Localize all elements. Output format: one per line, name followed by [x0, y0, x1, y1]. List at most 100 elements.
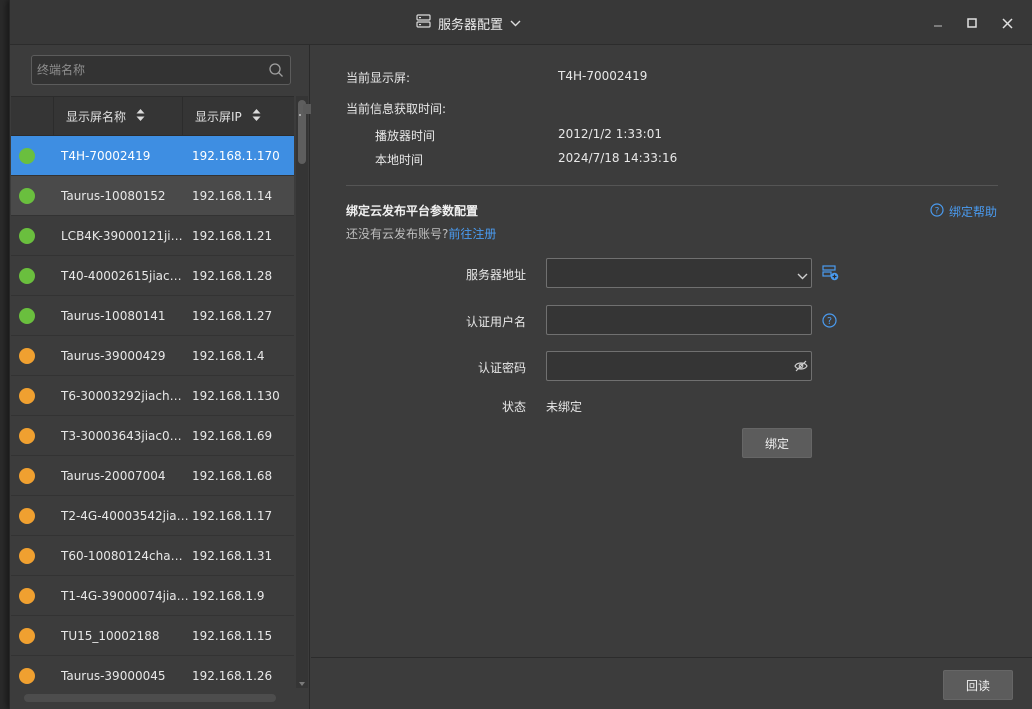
- search-icon[interactable]: [268, 62, 284, 81]
- status-dot-icon: [19, 308, 35, 324]
- screen-name-cell: T3-30003643jiac04test: [61, 429, 189, 443]
- help-circle-icon: ?: [930, 203, 944, 220]
- status-dot-icon: [19, 148, 35, 164]
- eye-off-icon[interactable]: [794, 360, 808, 375]
- add-server-icon[interactable]: [822, 265, 839, 284]
- screen-name-cell: T60-10080124changtest: [61, 549, 189, 563]
- status-dot-icon: [19, 428, 35, 444]
- screen-name-cell: TU15_10002188: [61, 629, 160, 643]
- username-label: 认证用户名: [465, 315, 526, 329]
- server-address-select[interactable]: [546, 258, 812, 288]
- server-address-label: 服务器地址: [465, 268, 526, 282]
- readback-button[interactable]: 回读: [943, 670, 1013, 700]
- table-row[interactable]: T3-30003643jiac04test 192.168.1.69: [11, 416, 294, 456]
- svg-text:?: ?: [827, 316, 832, 327]
- divider-dot: [299, 114, 301, 116]
- table-row[interactable]: T60-10080124changtest192.168.1.31: [11, 536, 294, 576]
- server-icon: [416, 14, 431, 32]
- status-dot-icon: [19, 388, 35, 404]
- screen-ip-cell: 192.168.1.14: [192, 189, 273, 203]
- table-row[interactable]: T1-4G-39000074jiachuang192.168.1.9: [11, 576, 294, 616]
- vertical-scrollbar[interactable]: [296, 96, 308, 688]
- table-row[interactable]: T4H-70002419 192.168.1.170: [11, 136, 294, 176]
- server-address-input[interactable]: [547, 259, 777, 287]
- sort-icon: [252, 108, 261, 125]
- username-input[interactable]: [547, 306, 777, 334]
- table-row[interactable]: Taurus-10080152 192.168.1.14: [11, 176, 294, 216]
- screen-name-cell: T1-4G-39000074jiachuang: [61, 589, 189, 603]
- screen-ip-cell: 192.168.1.27: [192, 309, 273, 323]
- screen-name-cell: T6-30003292jiachuangtest: [61, 389, 189, 403]
- server-config-window: 服务器配置 显示屏名称: [9, 0, 1032, 709]
- table-row[interactable]: Taurus-10080141 192.168.1.27: [11, 296, 294, 336]
- table-row[interactable]: TU15_10002188 192.168.1.15: [11, 616, 294, 656]
- password-label: 认证密码: [477, 361, 526, 375]
- svg-text:?: ?: [935, 207, 940, 217]
- column-header-label: 显示屏名称: [66, 109, 127, 124]
- table-row[interactable]: Taurus-39000045 192.168.1.26: [11, 656, 294, 687]
- config-panel: 当前显示屏: T4H-70002419 当前信息获取时间: 播放器时间 2012…: [311, 45, 1032, 709]
- status-dot-icon: [19, 228, 35, 244]
- footer-bar: 回读: [311, 657, 1032, 709]
- status-dot-icon: [19, 348, 35, 364]
- screen-list-panel: 显示屏名称 显示屏IP T4H-70002419 192.168.1.170 Tau…: [10, 45, 310, 709]
- screen-ip-cell: 192.168.1.170: [192, 149, 280, 163]
- column-header-ip[interactable]: 显示屏IP: [195, 97, 261, 135]
- screen-ip-cell: 192.168.1.9: [192, 589, 265, 603]
- table-row[interactable]: Taurus-39000429 192.168.1.4: [11, 336, 294, 376]
- help-link-label: 绑定帮助: [949, 205, 998, 219]
- chevron-down-icon[interactable]: [797, 269, 808, 283]
- screen-ip-cell: 192.168.1.21: [192, 229, 273, 243]
- table-row[interactable]: T2-4G-40003542jiachuang192.168.1.17: [11, 496, 294, 536]
- username-field[interactable]: [546, 305, 812, 335]
- screen-name-cell: Taurus-10080141: [61, 309, 166, 323]
- sort-icon: [136, 108, 145, 125]
- screen-name-cell: T4H-70002419: [61, 149, 151, 163]
- local-time-label: 本地时间: [375, 153, 424, 167]
- fetch-time-label: 当前信息获取时间:: [346, 102, 447, 116]
- table-row[interactable]: T40-40002615jiachuangtest192.168.1.28: [11, 256, 294, 296]
- screen-ip-cell: 192.168.1.68: [192, 469, 273, 483]
- screen-name-cell: T40-40002615jiachuangtest: [61, 269, 189, 283]
- register-link[interactable]: 前往注册: [448, 227, 496, 241]
- table-row[interactable]: T6-30003292jiachuangtest192.168.1.130: [11, 376, 294, 416]
- screen-ip-cell: 192.168.1.130: [192, 389, 280, 403]
- screen-ip-cell: 192.168.1.17: [192, 509, 273, 523]
- search-box: [31, 55, 291, 85]
- screen-name-cell: Taurus-39000429: [61, 349, 166, 363]
- status-label: 状态: [501, 400, 526, 414]
- screen-ip-cell: 192.168.1.15: [192, 629, 273, 643]
- table-row[interactable]: Taurus-20007004 192.168.1.68: [11, 456, 294, 496]
- current-screen-label: 当前显示屏:: [346, 71, 411, 85]
- column-header-label: 显示屏IP: [195, 109, 242, 124]
- password-input[interactable]: [547, 352, 777, 380]
- status-dot-icon: [19, 268, 35, 284]
- title-bar[interactable]: 服务器配置: [10, 0, 1032, 45]
- minimize-button[interactable]: [927, 12, 949, 34]
- register-note: 还没有云发布账号?前往注册: [346, 225, 496, 242]
- password-field[interactable]: [546, 351, 812, 381]
- screen-ip-cell: 192.168.1.28: [192, 269, 273, 283]
- search-input[interactable]: [32, 56, 257, 84]
- table-header: 显示屏名称 显示屏IP: [11, 96, 294, 136]
- table-row[interactable]: LCB4K-39000121jiachuangtest192.168.1.21: [11, 216, 294, 256]
- bind-button[interactable]: 绑定: [742, 428, 812, 458]
- horizontal-scrollbar[interactable]: [24, 694, 276, 702]
- status-dot-icon: [19, 548, 35, 564]
- title-dropdown[interactable]: 服务器配置: [416, 14, 521, 33]
- binding-help-link[interactable]: ? 绑定帮助: [930, 203, 997, 220]
- maximize-button[interactable]: [961, 12, 983, 34]
- screen-name-cell: LCB4K-39000121jiachuangtest: [61, 229, 189, 243]
- close-button[interactable]: [996, 12, 1018, 34]
- status-dot-icon: [19, 508, 35, 524]
- status-dot-icon: [19, 668, 35, 684]
- binding-section-title: 绑定云发布平台参数配置: [346, 204, 479, 218]
- screen-name-cell: T2-4G-40003542jiachuang: [61, 509, 189, 523]
- window-title: 服务器配置: [438, 17, 504, 33]
- status-value: 未绑定: [546, 400, 583, 414]
- column-header-name[interactable]: 显示屏名称: [66, 97, 145, 135]
- help-circle-icon[interactable]: ?: [822, 313, 837, 331]
- screen-name-cell: Taurus-10080152: [61, 189, 166, 203]
- scroll-down-arrow[interactable]: [299, 682, 305, 686]
- screen-list: T4H-70002419 192.168.1.170 Taurus-10080152…: [11, 136, 294, 687]
